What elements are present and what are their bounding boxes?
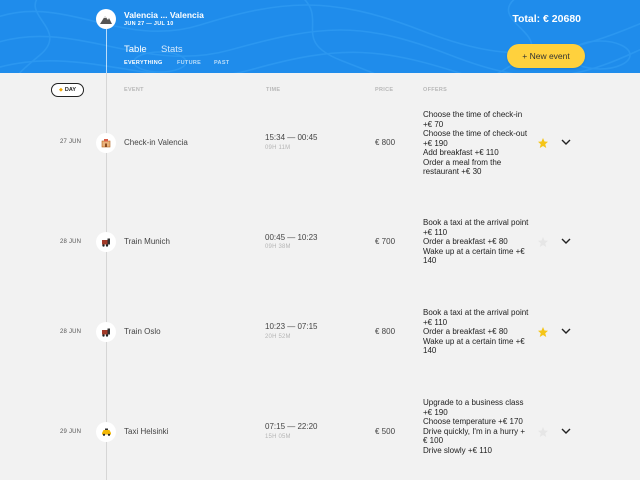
favorite-star-icon[interactable] — [537, 137, 549, 149]
trip-header: Valencia ... Valencia JUN 27 — JUL 10 To… — [0, 0, 640, 73]
offer-item: Add breakfast +€ 110 — [423, 148, 499, 157]
event-name: Taxi Helsinki — [124, 427, 169, 436]
row-date: 28 JUN — [60, 329, 82, 335]
offer-item: Wake up at a certain time +€ 140 — [423, 246, 525, 266]
offer-item: Upgrade to a business class +€ 190 — [423, 398, 524, 417]
trip-dates: JUN 27 — JUL 10 — [124, 21, 174, 27]
event-time: 10:23 — 07:15 — [265, 322, 318, 331]
event-duration: 20H 52M — [265, 334, 291, 340]
offer-item: Drive quickly, I'm in a hurry +€ 100 — [423, 426, 526, 446]
event-time: 07:15 — 22:20 — [265, 422, 318, 431]
event-duration: 09H 11M — [265, 145, 291, 151]
filter-past[interactable]: PAST — [214, 60, 229, 66]
sort-day-label: DAY — [64, 87, 76, 93]
chevron-down-icon[interactable] — [561, 238, 571, 245]
sort-day-button[interactable]: ◆ DAY — [51, 83, 84, 97]
offer-item: Book a taxi at the arrival point +€ 110 — [423, 218, 529, 237]
offer-item: Order a meal from the restaurant +€ 30 — [423, 157, 502, 177]
chevron-down-icon[interactable] — [561, 328, 571, 335]
chevron-down-icon[interactable] — [561, 139, 571, 146]
train-icon — [96, 232, 116, 252]
event-price: € 800 — [375, 138, 396, 147]
row-date: 28 JUN — [60, 239, 82, 245]
event-time: 00:45 — 10:23 — [265, 233, 318, 242]
event-time: 15:34 — 00:45 — [265, 133, 318, 142]
offer-item: Order a breakfast +€ 80 — [423, 237, 508, 246]
new-event-button[interactable]: + New event — [507, 44, 585, 68]
offer-item: Book a taxi at the arrival point +€ 110 — [423, 308, 529, 327]
column-header-price: PRICE — [375, 87, 394, 93]
event-duration: 15H 05M — [265, 434, 291, 440]
timeline-line-top — [106, 29, 107, 73]
mountain-icon — [96, 9, 116, 29]
event-offers: Book a taxi at the arrival point +€ 110 … — [423, 218, 529, 266]
event-name: Train Oslo — [124, 327, 161, 336]
column-header-offers: OFFERS — [423, 87, 448, 93]
trip-title: Valencia ... Valencia — [124, 10, 204, 20]
check-in-icon — [96, 133, 116, 153]
event-price: € 700 — [375, 237, 396, 246]
offer-item: Wake up at a certain time +€ 140 — [423, 336, 525, 356]
event-offers: Book a taxi at the arrival point +€ 110 … — [423, 308, 529, 356]
event-name: Check-in Valencia — [124, 138, 188, 147]
tab-stats[interactable]: Stats — [161, 44, 183, 55]
favorite-star-icon[interactable] — [537, 236, 549, 248]
offer-item: Choose the time of check-out +€ 190 — [423, 129, 528, 148]
sort-arrow-icon: ◆ — [59, 87, 63, 93]
offer-item: Choose temperature +€ 170 — [423, 417, 523, 426]
event-offers: Choose the time of check-in +€ 70 Choose… — [423, 110, 529, 177]
tab-table[interactable]: Table — [124, 44, 147, 55]
event-price: € 500 — [375, 427, 396, 436]
train-icon — [96, 322, 116, 342]
row-date: 27 JUN — [60, 139, 82, 145]
filter-everything[interactable]: EVERYTHING — [124, 60, 163, 66]
offer-item: Drive slowly +€ 110 — [423, 445, 492, 455]
column-header-event: EVENT — [124, 87, 144, 93]
taxi-icon — [96, 422, 116, 442]
trip-total: Total: € 20680 — [512, 13, 581, 25]
event-price: € 800 — [375, 327, 396, 336]
offer-item: Choose the time of check-in +€ 70 — [423, 110, 523, 129]
offer-item: Order a breakfast +€ 80 — [423, 327, 508, 336]
column-header-time: TIME — [266, 87, 281, 93]
filter-future[interactable]: FUTURE — [177, 60, 201, 66]
favorite-star-icon[interactable] — [537, 326, 549, 338]
event-duration: 09H 38M — [265, 244, 291, 250]
event-name: Train Munich — [124, 237, 170, 246]
row-date: 29 JUN — [60, 429, 82, 435]
event-offers: Upgrade to a business class +€ 190 Choos… — [423, 398, 529, 455]
chevron-down-icon[interactable] — [561, 428, 571, 435]
favorite-star-icon[interactable] — [537, 426, 549, 438]
